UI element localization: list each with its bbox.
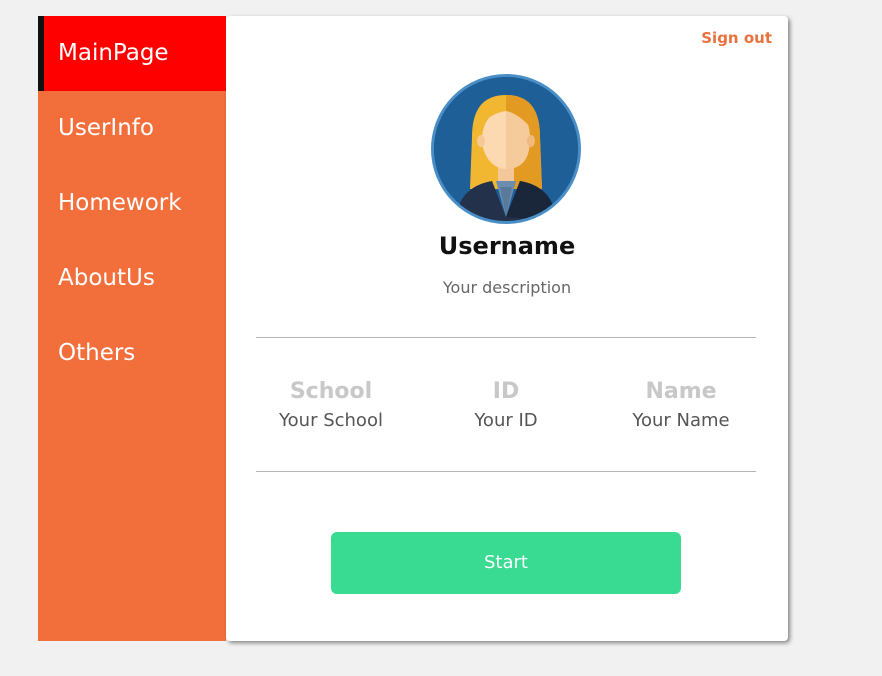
sidebar-item-homework[interactable]: Homework: [38, 166, 226, 241]
info-label: Name: [645, 379, 717, 404]
sidebar-item-userinfo[interactable]: UserInfo: [38, 91, 226, 166]
sidebar-item-others[interactable]: Others: [38, 316, 226, 391]
sidebar-item-label: UserInfo: [58, 115, 154, 141]
info-value: Your ID: [474, 410, 538, 431]
sidebar: MainPage UserInfo Homework AboutUs Other…: [38, 16, 226, 641]
username: Username: [438, 232, 576, 260]
user-description: Your description: [442, 278, 572, 297]
divider: [256, 471, 756, 472]
info-value: Your Name: [632, 410, 730, 431]
divider: [256, 337, 756, 338]
sidebar-item-label: Homework: [58, 190, 182, 216]
profile-card: Sign out Username Your description Schoo…: [226, 16, 788, 641]
sign-out-link[interactable]: Sign out: [701, 29, 772, 47]
sidebar-item-label: AboutUs: [58, 265, 155, 291]
sidebar-item-label: Others: [58, 340, 136, 366]
info-school: School Your School: [241, 378, 421, 436]
info-name: Name Your Name: [591, 378, 771, 436]
info-value: Your School: [279, 410, 383, 431]
info-label: School: [289, 379, 373, 404]
sidebar-item-mainpage[interactable]: MainPage: [38, 16, 226, 91]
start-button[interactable]: Start: [331, 532, 681, 594]
info-id: ID Your ID: [416, 378, 596, 436]
sidebar-item-label: MainPage: [58, 40, 169, 66]
sidebar-item-aboutus[interactable]: AboutUs: [38, 241, 226, 316]
info-label: ID: [492, 379, 520, 404]
user-avatar-icon: [431, 74, 581, 224]
